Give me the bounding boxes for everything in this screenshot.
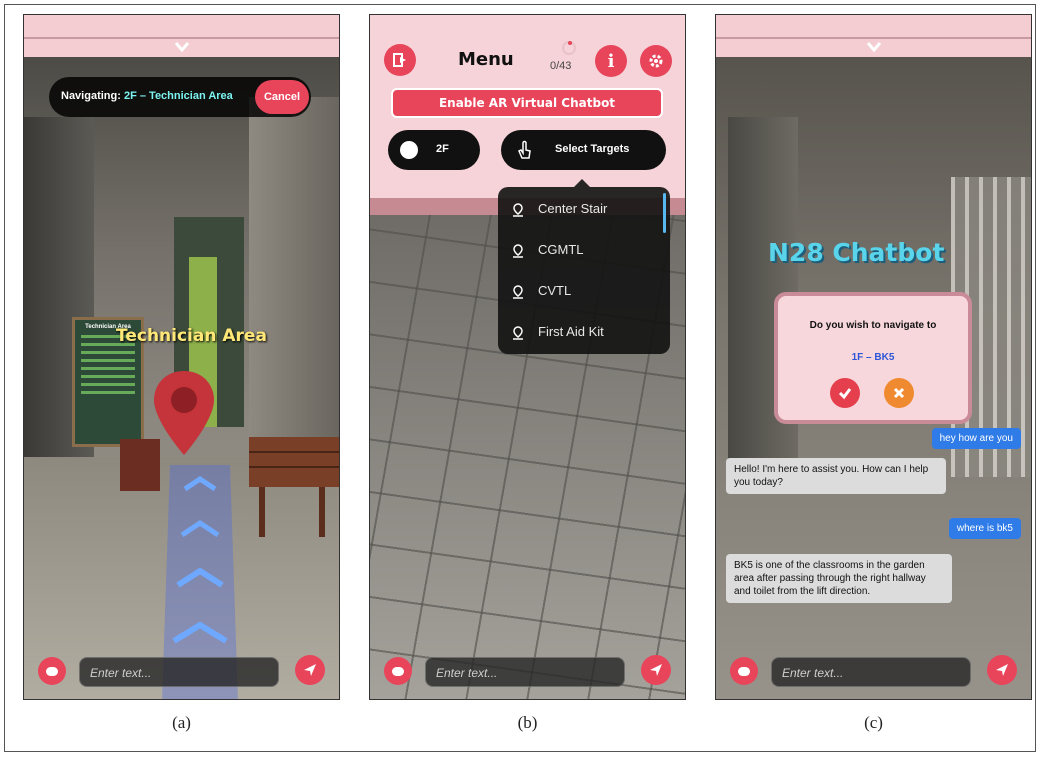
dropdown-item[interactable]: First Aid Kit <box>512 322 604 342</box>
dropdown-scrollbar[interactable] <box>663 193 666 233</box>
map-pin-icon <box>513 284 523 299</box>
exit-icon[interactable] <box>384 44 416 76</box>
map-pin-icon <box>513 325 523 340</box>
caption-a: (a) <box>172 713 191 732</box>
floor-selector[interactable]: 2F <box>388 130 480 170</box>
pull-down-bar[interactable] <box>24 15 339 57</box>
dropdown-item[interactable]: CVTL <box>512 281 571 301</box>
bottom-input-bar: Enter text... <box>24 647 339 699</box>
nav-destination: 2F – Technician Area <box>123 90 233 102</box>
gear-icon[interactable] <box>640 45 672 77</box>
caption-c: (c) <box>864 713 883 732</box>
phone-screen-navigation: Technician Area Navigating: 2F – Technic… <box>23 14 340 700</box>
map-pin-icon <box>154 371 214 455</box>
dialog-question: Do you wish to navigate to <box>809 320 937 331</box>
select-targets-label: Select Targets <box>555 143 630 155</box>
chat-message-bot: BK5 is one of the classrooms in the gard… <box>726 554 952 603</box>
check-icon[interactable] <box>830 378 860 408</box>
menu-panel: Menu 0/43 i Enable AR Virtual Chatbot 2F… <box>370 15 685 215</box>
dropdown-item[interactable]: Center Stair <box>512 199 607 219</box>
chat-icon[interactable] <box>730 657 758 685</box>
touch-icon <box>518 140 531 159</box>
dialog-destination: 1F – BK5 <box>851 352 895 363</box>
phone-screen-menu: Menu 0/43 i Enable AR Virtual Chatbot 2F… <box>369 14 686 700</box>
phone-screen-chatbot: N28 Chatbot Do you wish to navigate to 1… <box>715 14 1032 700</box>
menu-title: Menu <box>458 49 514 70</box>
nav-prefix: Navigating: <box>61 90 121 102</box>
chevron-down-icon[interactable] <box>174 41 190 53</box>
dropdown-item[interactable]: CGMTL <box>512 240 584 260</box>
map-pin-icon <box>513 243 523 258</box>
text-input[interactable]: Enter text... <box>79 657 279 687</box>
chevron-down-icon[interactable] <box>866 41 882 53</box>
chat-message-user: hey how are you <box>931 428 1021 449</box>
targets-dropdown: Center Stair CGMTL CVTL First Aid Kit <box>498 179 670 354</box>
map-pin-icon <box>513 202 523 217</box>
chat-message-user: where is bk5 <box>948 518 1021 539</box>
floor-icon <box>400 141 418 159</box>
chat-icon[interactable] <box>38 657 66 685</box>
send-icon[interactable] <box>987 655 1017 685</box>
progress-ring <box>562 41 576 55</box>
bottom-input-bar: Enter text... <box>716 647 1031 699</box>
navigate-confirm-dialog: Do you wish to navigate to 1F – BK5 <box>774 292 972 424</box>
navigation-status-bar: Navigating: 2F – Technician Area Cancel <box>49 77 311 117</box>
pull-down-bar[interactable] <box>716 15 1031 57</box>
chat-icon[interactable] <box>384 657 412 685</box>
enable-ar-chatbot-button[interactable]: Enable AR Virtual Chatbot <box>391 88 663 118</box>
text-input[interactable]: Enter text... <box>771 657 971 687</box>
send-icon[interactable] <box>295 655 325 685</box>
bottom-input-bar: Enter text... <box>370 647 685 699</box>
text-input[interactable]: Enter text... <box>425 657 625 687</box>
info-icon[interactable]: i <box>595 45 627 77</box>
send-icon[interactable] <box>641 655 671 685</box>
select-targets-button[interactable]: Select Targets <box>501 130 666 170</box>
chat-message-bot: Hello! I'm here to assist you. How can I… <box>726 458 946 494</box>
ar-destination-label: Technician Area <box>116 326 267 346</box>
caption-b: (b) <box>517 713 538 732</box>
floor-value: 2F <box>436 143 449 155</box>
cancel-navigation-button[interactable]: Cancel <box>255 80 309 114</box>
chatbot-title: N28 Chatbot <box>768 238 945 267</box>
close-icon[interactable] <box>884 378 914 408</box>
progress-count: 0/43 <box>550 60 572 72</box>
bench <box>249 437 339 537</box>
